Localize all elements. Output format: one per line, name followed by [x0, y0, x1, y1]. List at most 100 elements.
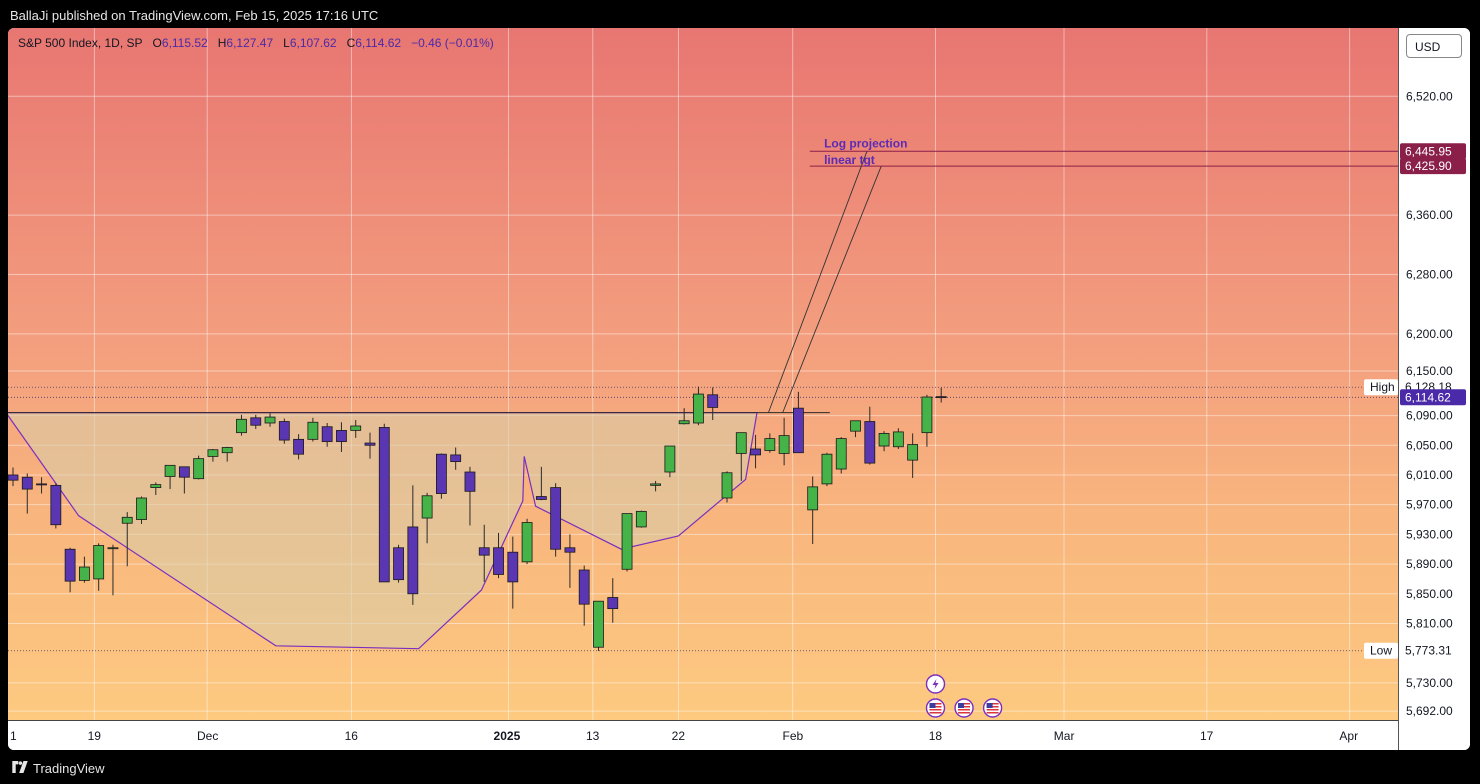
candle-down[interactable]	[750, 448, 761, 456]
candle-up[interactable]	[193, 458, 205, 480]
bottom-bar: TradingView	[0, 752, 1480, 784]
target-badge: 6,445.95	[1405, 144, 1452, 158]
candle-down[interactable]	[364, 442, 376, 446]
candle-up[interactable]	[693, 393, 704, 424]
candle-down[interactable]	[8, 474, 19, 481]
open-label: O	[152, 36, 162, 50]
candle-down[interactable]	[507, 551, 519, 583]
candle-up[interactable]	[421, 495, 433, 519]
tradingview-logo-icon	[12, 761, 28, 773]
candle-up[interactable]	[136, 497, 147, 520]
candle-down[interactable]	[450, 454, 462, 463]
price-tick-label: 5,930.00	[1406, 527, 1453, 541]
candle-up[interactable]	[821, 453, 833, 485]
candle-up[interactable]	[635, 510, 647, 528]
low-label: L	[283, 36, 290, 50]
symbol-name: S&P 500 Index, 1D, SP	[18, 36, 143, 50]
chart-frame[interactable]: Log projection linear tgt 6,520.00 6,360.00…	[8, 28, 1470, 750]
candle-up[interactable]	[907, 444, 919, 461]
candle-up[interactable]	[678, 420, 690, 425]
candle-down[interactable]	[535, 496, 547, 500]
time-tick-label: 2025	[494, 729, 521, 743]
candle-up[interactable]	[621, 513, 633, 570]
candle-up[interactable]	[892, 431, 904, 448]
low-tag: Low	[1370, 644, 1392, 658]
candle-up[interactable]	[164, 464, 176, 477]
close-value: 6,114.62	[355, 36, 402, 50]
candle-up[interactable]	[521, 522, 533, 563]
candle-down[interactable]	[935, 396, 947, 399]
candle-up[interactable]	[764, 438, 776, 451]
flag-canton	[958, 703, 965, 708]
candle-up[interactable]	[593, 600, 604, 648]
candle-up[interactable]	[79, 566, 90, 581]
candle-up[interactable]	[778, 435, 790, 454]
candle-down[interactable]	[250, 417, 262, 426]
candle-down[interactable]	[64, 548, 76, 582]
candle-up[interactable]	[350, 425, 362, 431]
candle-down[interactable]	[407, 526, 419, 595]
candle-down[interactable]	[278, 421, 290, 441]
candle-down[interactable]	[493, 547, 504, 575]
symbol-legend: S&P 500 Index, 1D, SP O6,115.52 H6,127.4…	[18, 36, 494, 50]
publisher-line: BallaJi published on TradingView.com, Fe…	[10, 8, 379, 23]
flag-stripe	[929, 712, 942, 714]
flag-stripe	[986, 709, 999, 711]
price-tick-label: 6,010.00	[1406, 468, 1453, 482]
candle-up[interactable]	[121, 516, 133, 524]
candle-down[interactable]	[550, 487, 562, 550]
candle-up[interactable]	[921, 396, 933, 434]
high-tag: High	[1370, 380, 1395, 394]
candle-up[interactable]	[850, 420, 861, 432]
candle-down[interactable]	[564, 547, 576, 553]
time-tick-label: 13	[586, 729, 600, 743]
candle-down[interactable]	[293, 438, 305, 455]
candle-down[interactable]	[178, 466, 190, 478]
currency-button[interactable]: USD	[1406, 34, 1462, 58]
candle-down[interactable]	[707, 394, 719, 408]
projection-line	[782, 166, 882, 413]
candle-down[interactable]	[321, 426, 333, 442]
candle-up[interactable]	[835, 438, 847, 470]
price-tick-label: 6,050.00	[1406, 438, 1453, 452]
candle-down[interactable]	[793, 407, 804, 454]
candle-up[interactable]	[664, 445, 676, 473]
candle-up[interactable]	[236, 418, 247, 434]
candle-up[interactable]	[735, 432, 747, 454]
time-tick-label: 1	[10, 729, 17, 743]
candle-down[interactable]	[21, 476, 33, 490]
target-label: linear tgt	[824, 153, 875, 167]
candle-down[interactable]	[478, 547, 490, 556]
change-value: −0.46 (−0.01%)	[411, 36, 494, 50]
candle-up[interactable]	[650, 483, 661, 486]
time-tick-label: Feb	[782, 729, 803, 743]
candle-up[interactable]	[264, 416, 276, 424]
chart-svg[interactable]: Log projection linear tgt 6,520.00 6,360.00…	[8, 28, 1470, 750]
candle-up[interactable]	[207, 449, 219, 457]
candle-up[interactable]	[807, 486, 819, 511]
time-tick-label: Mar	[1054, 729, 1075, 743]
candle-up[interactable]	[150, 484, 162, 489]
candle-down[interactable]	[864, 421, 876, 464]
candle-up[interactable]	[107, 547, 119, 550]
candle-down[interactable]	[464, 471, 476, 492]
candle-down[interactable]	[578, 569, 590, 605]
candle-down[interactable]	[607, 597, 619, 610]
candle-down[interactable]	[393, 547, 404, 581]
candle-down[interactable]	[378, 427, 390, 583]
candle-down[interactable]	[336, 430, 347, 442]
candle-up[interactable]	[93, 545, 105, 580]
flag-canton	[986, 703, 993, 708]
price-tick-label: 6,150.00	[1406, 364, 1453, 378]
candle-up[interactable]	[878, 432, 890, 447]
candle-up[interactable]	[721, 472, 733, 499]
price-tick-label: 5,692.00	[1406, 704, 1453, 718]
candle-down[interactable]	[435, 453, 447, 494]
candle-up[interactable]	[221, 447, 233, 454]
candle-down[interactable]	[50, 484, 62, 526]
candle-up[interactable]	[307, 421, 319, 440]
target-badge: 6,425.90	[1405, 159, 1452, 173]
open-value: 6,115.52	[161, 36, 208, 50]
price-tick-label: 5,730.00	[1406, 676, 1453, 690]
candle-down[interactable]	[36, 483, 47, 486]
